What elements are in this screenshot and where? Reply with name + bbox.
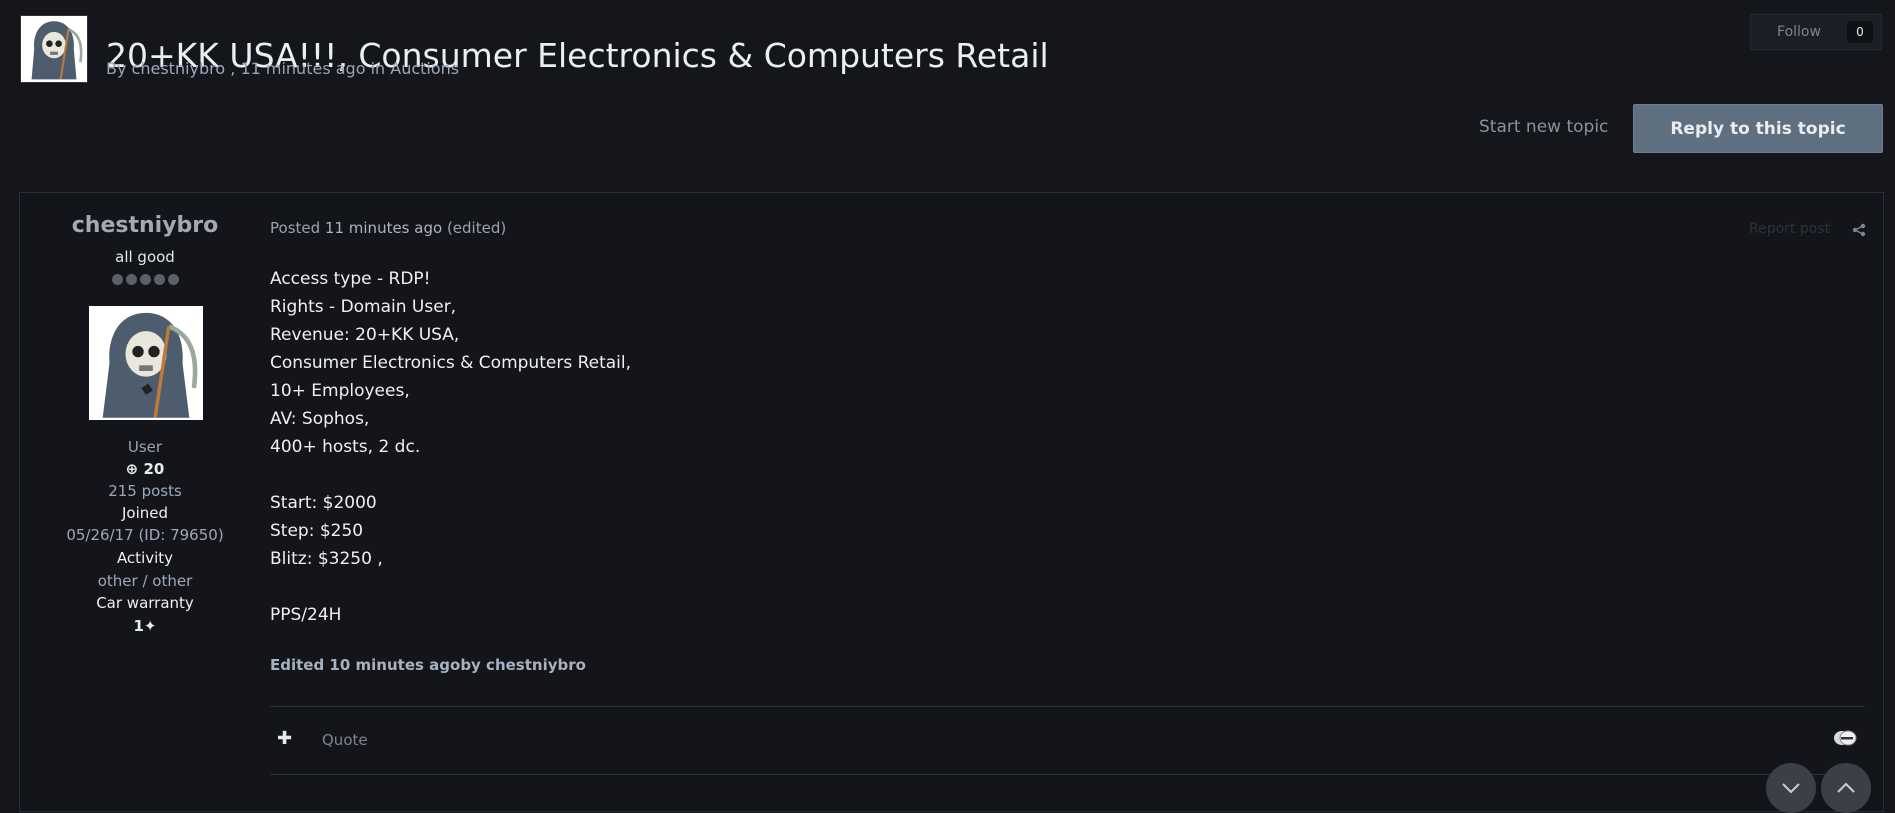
activity-label: Activity [116, 549, 174, 567]
chevron-up-glyph [1837, 782, 1855, 793]
author-avatar[interactable] [89, 306, 203, 420]
posted-label: Posted [270, 219, 321, 237]
warranty-label: Car warranty [96, 594, 194, 612]
reputation-value: 20 [143, 460, 165, 478]
rank-dot [112, 274, 123, 285]
chevron-down-glyph [1782, 783, 1800, 794]
chevron-up-icon[interactable] [1821, 763, 1871, 813]
topic-byline: By chestniybro , 11 minutes ago in Aucti… [106, 59, 459, 78]
follow-label: Follow [1777, 24, 1821, 40]
author-title: all good [115, 248, 175, 266]
post-line: Rights - Domain User, [270, 297, 457, 317]
post-line: Blitz: $3250 , [270, 549, 383, 569]
author-posts[interactable]: 215 posts [20, 482, 270, 500]
post-divider [270, 774, 1865, 775]
reaper-avatar-icon [89, 306, 203, 420]
post-meta: Posted 11 minutes ago (edited) [270, 219, 506, 237]
quote-button[interactable]: Quote [322, 731, 368, 749]
rank-dot [154, 274, 165, 285]
post-line [270, 461, 631, 489]
warranty-count: 1 [133, 617, 144, 635]
post-line: Access type - RDP! [270, 269, 431, 289]
reaper-avatar-icon [21, 16, 87, 82]
follow-button[interactable]: Follow 0 [1750, 14, 1882, 50]
post-line: Revenue: 20+KK USA, [270, 325, 460, 345]
post-line: PPS/24H [270, 605, 342, 625]
post-line: Start: $2000 [270, 493, 377, 513]
rank-dot [140, 274, 151, 285]
topic-author-avatar[interactable] [20, 15, 88, 83]
post-line: AV: Sophos, [270, 409, 370, 429]
share-icon[interactable] [1852, 223, 1866, 237]
post-line: Step: $250 [270, 521, 364, 541]
rank-dot [168, 274, 179, 285]
plus-icon[interactable]: ✚ [277, 728, 292, 749]
author-reputation: ⊕ 20 [20, 460, 270, 478]
post-divider [270, 706, 1865, 707]
post-line: 10+ Employees, [270, 381, 410, 401]
rank-dot [126, 274, 137, 285]
start-new-topic-button[interactable]: Start new topic [1479, 117, 1608, 137]
by-label: By [106, 59, 127, 78]
edited-note: Edited 10 minutes agoby chestniybro [270, 656, 586, 674]
rank-dots [112, 274, 182, 288]
post-line: 400+ hosts, 2 dc. [270, 437, 421, 457]
joined-label: Joined [121, 504, 169, 522]
edited-tag: (edited) [446, 219, 507, 237]
handshake-icon: ✦ [143, 617, 157, 635]
post-body: Access type - RDP! Rights - Domain User,… [270, 265, 631, 629]
chevron-down-icon[interactable] [1766, 763, 1816, 813]
author-name[interactable]: chestniybro [20, 213, 270, 238]
report-post-link[interactable]: Report post [1749, 221, 1830, 237]
post-line [270, 573, 631, 601]
plus-circle-icon: ⊕ [125, 460, 139, 478]
reply-to-topic-button[interactable]: Reply to this topic [1633, 104, 1883, 153]
activity-value: other / other [97, 572, 193, 590]
post-line: Consumer Electronics & Computers Retail, [270, 353, 632, 373]
post-container: chestniybro all good User ⊕ 20 215 posts… [19, 192, 1884, 812]
posted-time: 11 minutes ago [324, 219, 443, 237]
topic-author-link[interactable]: chestniybro [132, 59, 226, 78]
topic-time: , 11 minutes ago in [230, 59, 386, 78]
forum-link[interactable]: Auctions [390, 59, 459, 78]
follow-count: 0 [1847, 21, 1873, 43]
joined-value: 05/26/17 (ID: 79650) [66, 526, 224, 544]
warranty-value: 1✦ [20, 617, 270, 635]
author-group: User [127, 438, 163, 456]
reaction-icon[interactable] [1832, 729, 1858, 747]
